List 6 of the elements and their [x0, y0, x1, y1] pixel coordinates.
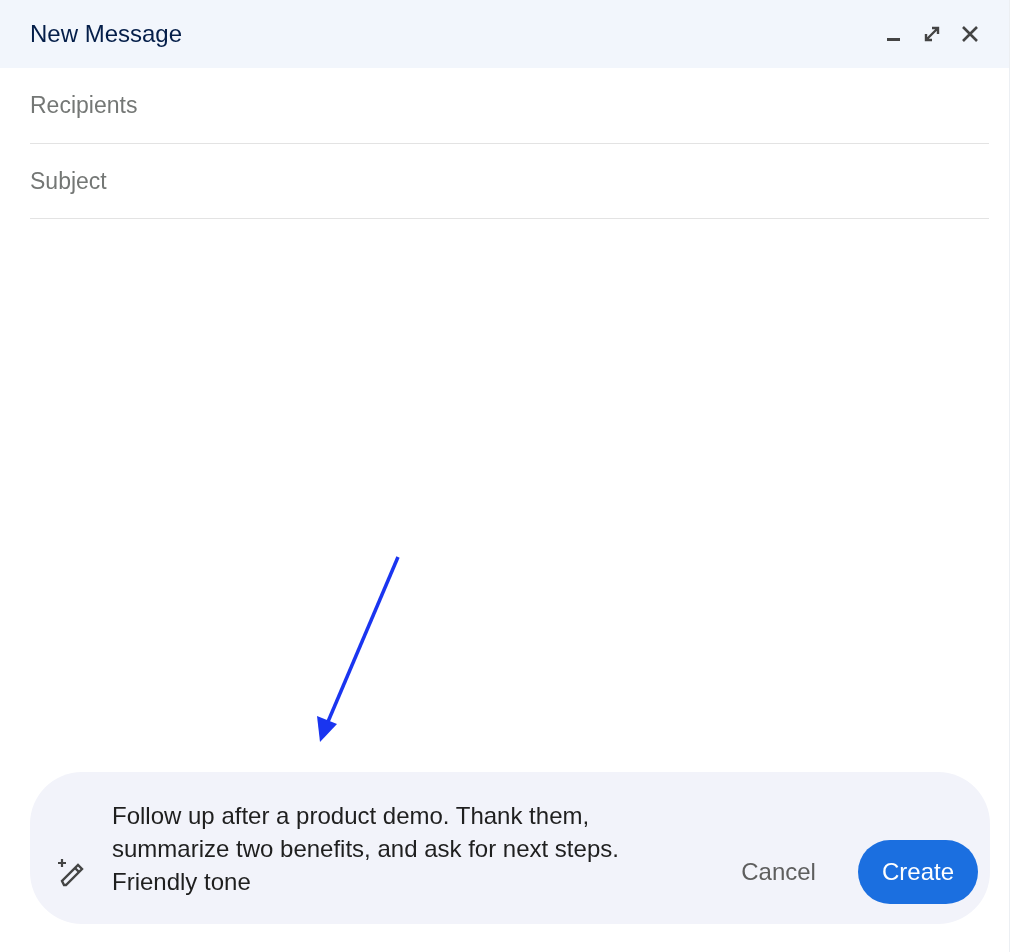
cancel-button[interactable]: Cancel	[723, 844, 834, 900]
input-field[interactable]: Subject	[30, 143, 989, 218]
prompt-text[interactable]: Follow up after a product demo. Thank them, summarize two benefits, and ask for next steps. Friendly tone	[112, 798, 692, 898]
create-button[interactable]: Create	[857, 840, 978, 904]
window-title: New Message	[30, 19, 183, 49]
input-field[interactable]: Recipients	[30, 68, 989, 143]
